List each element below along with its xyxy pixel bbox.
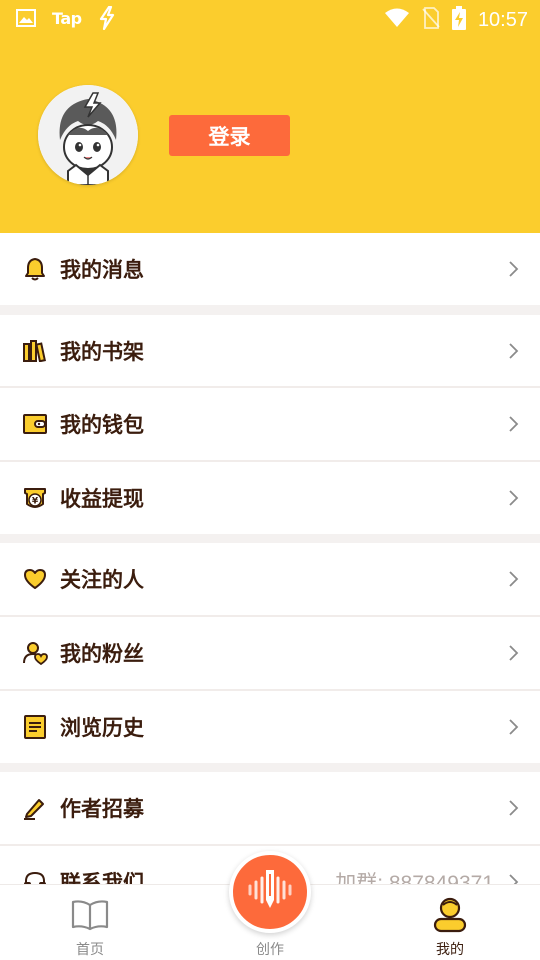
- battery-charging-icon: [451, 6, 466, 34]
- menu-item-withdraw[interactable]: ¥ 收益提现: [0, 462, 540, 534]
- no-sim-icon: [422, 7, 440, 33]
- menu-item-messages[interactable]: 我的消息: [0, 233, 540, 305]
- create-pen-icon: [242, 862, 298, 922]
- status-time: 10:57: [477, 8, 528, 31]
- history-icon: [22, 714, 48, 740]
- menu-label: 我的消息: [60, 258, 144, 282]
- chevron-right-icon: [506, 489, 520, 507]
- cartoon-avatar: [38, 85, 138, 185]
- yen-coin-icon: ¥: [22, 485, 48, 511]
- menu-label: 作者招募: [60, 797, 144, 821]
- create-button[interactable]: [229, 851, 311, 933]
- tab-mine[interactable]: 我的: [390, 885, 510, 960]
- menu-label: 收益提现: [60, 487, 144, 511]
- svg-text:¥: ¥: [32, 497, 39, 507]
- heart-icon: [22, 566, 48, 592]
- bookshelf-icon: [22, 338, 48, 364]
- avatar[interactable]: [38, 85, 138, 185]
- menu-label: 我的钱包: [60, 413, 144, 437]
- image-icon: [16, 9, 36, 27]
- login-button[interactable]: 登录: [169, 115, 290, 156]
- chevron-right-icon: [506, 570, 520, 588]
- tab-label: 首页: [76, 942, 104, 958]
- user-icon: [430, 897, 470, 933]
- fans-icon: [22, 640, 48, 666]
- tab-label: 我的: [436, 942, 464, 958]
- menu-label: 我的粉丝: [60, 642, 144, 666]
- bell-icon: [22, 256, 48, 282]
- menu-item-author-recruit[interactable]: 作者招募: [0, 772, 540, 844]
- menu-label: 我的书架: [60, 340, 144, 364]
- lightning-icon: [98, 6, 116, 30]
- menu-item-fans[interactable]: 我的粉丝: [0, 617, 540, 689]
- menu-item-following[interactable]: 关注的人: [0, 543, 540, 615]
- chevron-right-icon: [506, 718, 520, 736]
- wallet-icon: [22, 411, 48, 437]
- tap-logo: Tap: [52, 8, 82, 28]
- tab-home[interactable]: 首页: [30, 885, 150, 960]
- menu-label: 关注的人: [60, 568, 144, 592]
- pencil-icon: [22, 795, 48, 821]
- menu-item-wallet[interactable]: 我的钱包: [0, 388, 540, 460]
- chevron-right-icon: [506, 644, 520, 662]
- chevron-right-icon: [506, 342, 520, 360]
- chevron-right-icon: [506, 260, 520, 278]
- book-open-icon: [70, 897, 110, 933]
- chevron-right-icon: [506, 415, 520, 433]
- chevron-right-icon: [506, 799, 520, 817]
- menu-item-bookshelf[interactable]: 我的书架: [0, 315, 540, 387]
- menu-label: 浏览历史: [60, 716, 144, 740]
- wifi-icon: [384, 8, 410, 32]
- profile-header: Tap 10:57 登录: [0, 0, 540, 233]
- menu-item-history[interactable]: 浏览历史: [0, 691, 540, 763]
- tab-label: 创作: [256, 942, 284, 958]
- status-bar: Tap 10:57: [0, 0, 540, 38]
